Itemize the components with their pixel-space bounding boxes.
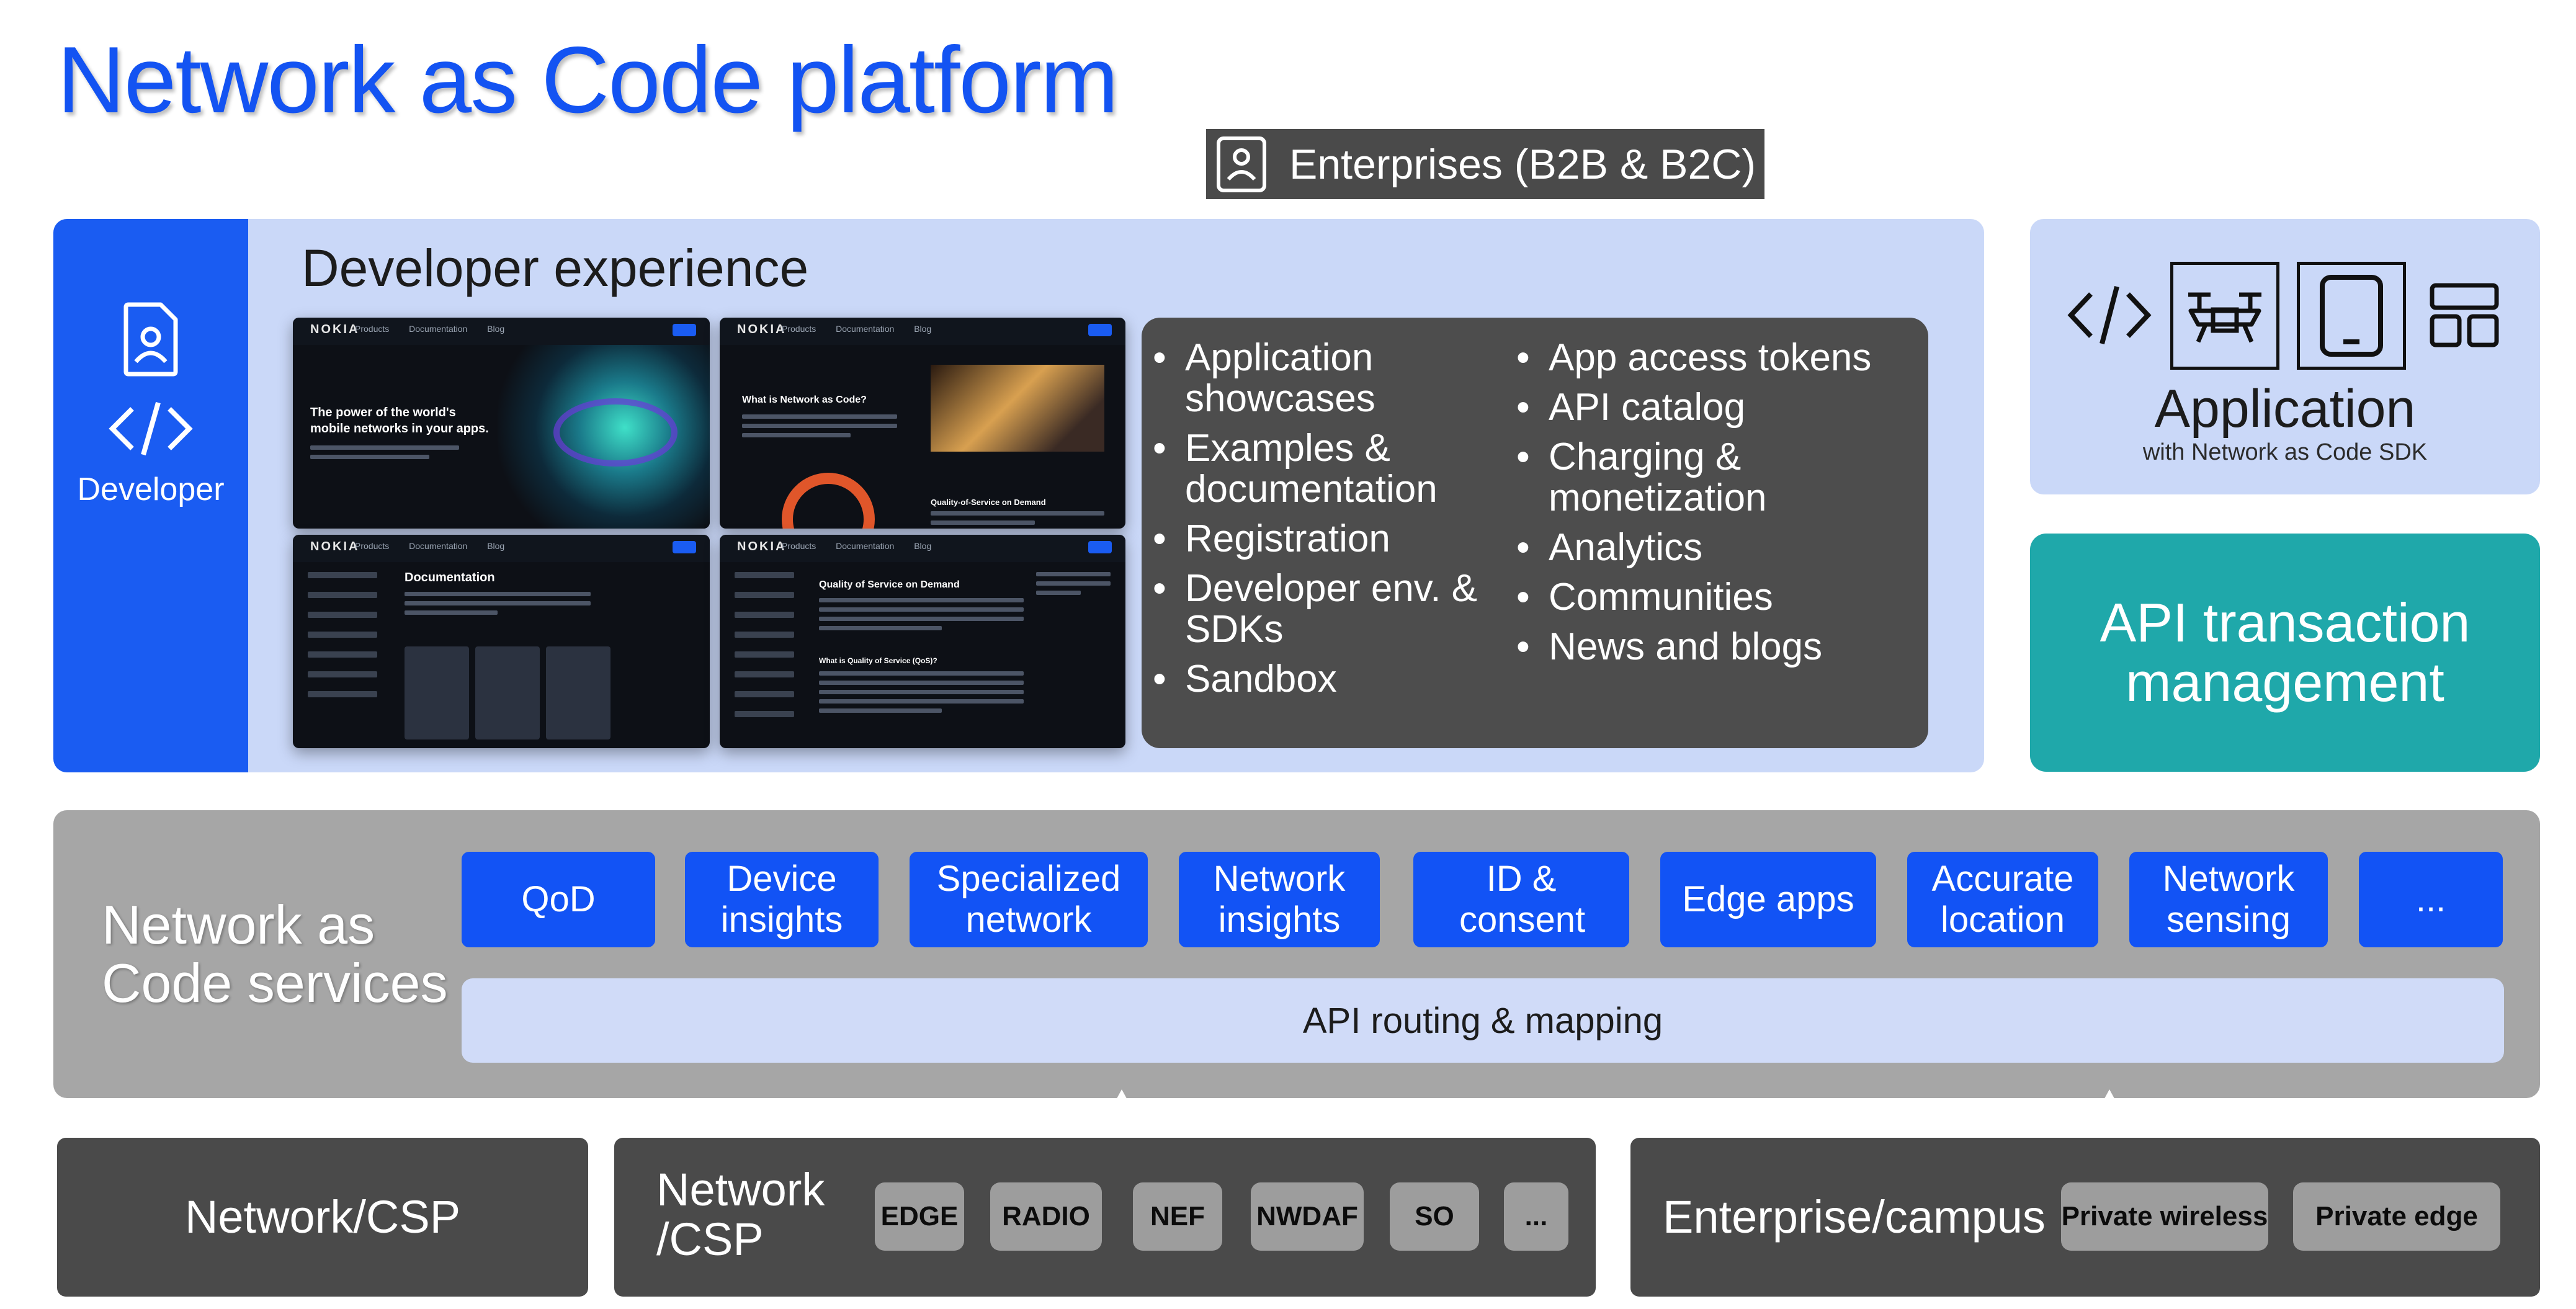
features-list-right: App access tokens API catalog Charging &… — [1505, 337, 1915, 676]
developer-features-panel: Application showcases Examples & documen… — [1142, 318, 1928, 748]
chip-private-edge: Private edge — [2293, 1182, 2500, 1251]
feature-item: App access tokens — [1505, 337, 1915, 379]
screenshot-headline: The power of the world's mobile networks… — [310, 406, 489, 436]
user-icon — [1217, 136, 1266, 192]
screenshot-brand: NOKIA — [737, 540, 787, 553]
feature-item: API catalog — [1505, 387, 1915, 429]
screenshot-brand: NOKIA — [310, 323, 360, 336]
chip-nwdaf: NWDAF — [1251, 1182, 1364, 1251]
screenshot-documentation: NOKIA Products Documentation Blog Docume… — [293, 535, 710, 748]
feature-item: News and blogs — [1505, 627, 1915, 668]
feature-item: Application showcases — [1142, 337, 1514, 419]
enterprises-badge: Enterprises (B2B & B2C) — [1206, 129, 1764, 199]
api-transaction-management: API transaction management — [2030, 534, 2540, 772]
network-csp-box: Network/CSP — [57, 1138, 588, 1297]
features-list-left: Application showcases Examples & documen… — [1142, 337, 1514, 708]
drone-icon-frame — [2170, 262, 2279, 370]
screenshot-caption: Quality-of-Service on Demand — [931, 498, 1046, 507]
enterprise-campus-label: Enterprise/campus — [1663, 1191, 2046, 1243]
developer-profile-icon — [123, 302, 178, 377]
application-title: Application — [2154, 379, 2416, 439]
feature-item: Sandbox — [1142, 659, 1514, 700]
api-transaction-label: API transaction management — [2100, 592, 2471, 713]
page-title: Network as Code platform — [57, 27, 1119, 133]
screenshot-headline: What is Network as Code? — [742, 395, 867, 405]
screenshot-homepage: NOKIA Products Documentation Blog The po… — [293, 318, 710, 529]
screenshot-what-is-nac: NOKIA Products Documentation Blog What i… — [720, 318, 1125, 529]
chip-radio: RADIO — [990, 1182, 1102, 1251]
service-specialized-network: Specialized network — [910, 852, 1148, 947]
feature-item: Communities — [1505, 577, 1915, 619]
screenshot-subheadline: What is Quality of Service (QoS)? — [819, 656, 937, 665]
screenshot-qod: NOKIA Products Documentation Blog Qualit… — [720, 535, 1125, 748]
connector-tick — [1114, 1089, 1129, 1103]
feature-item: Charging & monetization — [1505, 437, 1915, 519]
api-routing-label: API routing & mapping — [1302, 1000, 1663, 1041]
service-device-insights: Device insights — [685, 852, 879, 947]
drone-icon — [2188, 292, 2261, 343]
developer-experience-title: Developer experience — [302, 239, 809, 297]
service-network-sensing: Network sensing — [2129, 852, 2328, 947]
developer-column: Developer — [53, 219, 248, 772]
service-network-insights: Network insights — [1179, 852, 1380, 947]
chip-so: SO — [1390, 1182, 1479, 1251]
feature-item: Registration — [1142, 519, 1514, 560]
enterprises-label: Enterprises (B2B & B2C) — [1289, 140, 1756, 188]
code-icon — [109, 401, 193, 456]
login-button — [673, 324, 696, 336]
connector-tick — [2102, 1089, 2117, 1103]
nac-services-title: Network as Code services — [102, 894, 448, 1014]
screenshot-headline: Quality of Service on Demand — [819, 579, 960, 590]
feature-item: Analytics — [1505, 527, 1915, 569]
chip-more: ... — [1504, 1182, 1568, 1251]
network-csp-label: Network/CSP — [184, 1191, 461, 1243]
screenshot-headline: Documentation — [405, 571, 495, 584]
service-more: ... — [2359, 852, 2503, 947]
feature-item: Examples & documentation — [1142, 428, 1514, 510]
feature-item: Developer env. & SDKs — [1142, 568, 1514, 650]
code-icon — [2067, 285, 2152, 345]
chip-private-wireless: Private wireless — [2061, 1182, 2268, 1251]
screenshot-brand: NOKIA — [310, 540, 360, 553]
service-qod: QoD — [462, 852, 655, 947]
chip-nef: NEF — [1133, 1182, 1222, 1251]
service-id-consent: ID & consent — [1413, 852, 1629, 947]
service-edge-apps: Edge apps — [1660, 852, 1876, 947]
tablet-icon — [2320, 275, 2383, 357]
service-accurate-location: Accurate location — [1907, 852, 2098, 947]
api-routing-bar: API routing & mapping — [462, 978, 2504, 1063]
tablet-icon-frame — [2297, 262, 2406, 370]
application-subtitle: with Network as Code SDK — [2142, 439, 2428, 465]
developer-label: Developer — [77, 471, 225, 507]
screenshot-brand: NOKIA — [737, 323, 787, 336]
chip-edge: EDGE — [875, 1182, 964, 1251]
dashboard-icon — [2430, 283, 2499, 347]
network-csp-components-label: Network /CSP — [656, 1164, 825, 1265]
